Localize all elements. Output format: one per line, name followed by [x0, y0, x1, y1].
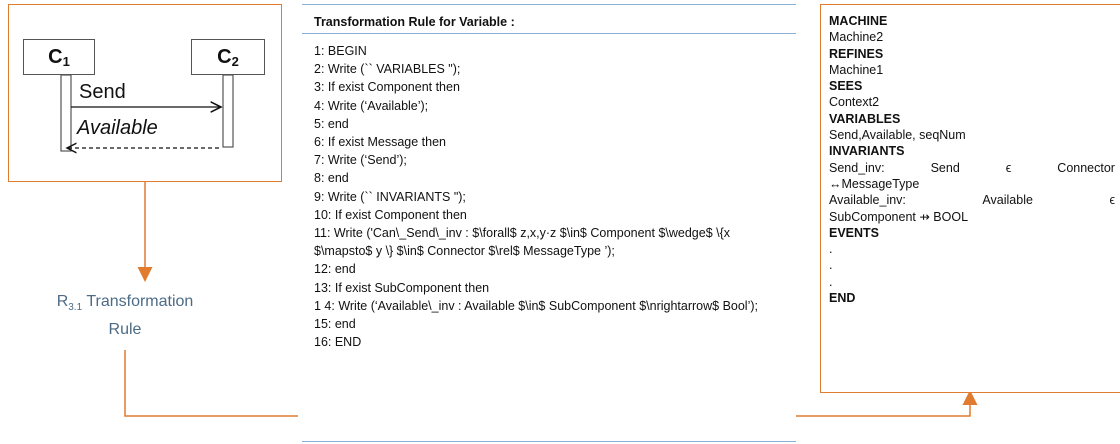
lifeline-c1: [60, 74, 72, 152]
code-panel: Transformation Rule for Variable : 1: BE…: [302, 4, 796, 442]
kw-sees: SEES: [829, 79, 863, 94]
events-dot: .: [829, 258, 833, 273]
inv2-symbol: ϵ: [1109, 193, 1115, 208]
code-lines: 1: BEGIN 2: Write (`` VARIABLES "); 3: I…: [314, 42, 790, 351]
invariant-available-line2: SubComponent ⇸ BOOL: [829, 209, 969, 224]
message-available: Available: [77, 117, 158, 139]
component-c1: C1: [23, 39, 95, 75]
code-line: 12: end: [314, 262, 356, 277]
kw-events: EVENTS: [829, 225, 880, 240]
code-line: 5: end: [314, 116, 349, 131]
kw-invariants: INVARIANTS: [829, 144, 905, 159]
invariant-send-line2: ↔MessageType: [829, 176, 920, 191]
code-line: 15: end: [314, 317, 356, 332]
kw-machine: MACHINE: [829, 14, 888, 28]
machine-lines: MACHINE Machine2 REFINES Machine1 SEES C…: [829, 13, 1115, 306]
code-panel-title: Transformation Rule for Variable :: [302, 4, 796, 34]
rule-label: R3.1 Transformation Rule: [20, 291, 230, 341]
code-line: 9: Write (`` INVARIANTS ");: [314, 189, 466, 204]
invariant-send-line1: Send_inv: Send ϵ Connector: [829, 160, 1115, 176]
code-line: 13: If exist SubComponent then: [314, 280, 490, 295]
kw-refines: REFINES: [829, 46, 884, 61]
events-dot: .: [829, 274, 833, 289]
code-line: 3: If exist Component then: [314, 80, 460, 95]
code-line: 1 4: Write (‘Available\_inv : Available …: [314, 298, 759, 313]
invariant-available-line1: Available_inv: Available ϵ: [829, 192, 1115, 208]
lifeline-c2: [222, 74, 234, 148]
code-line: 10: If exist Component then: [314, 207, 467, 222]
rule-id: R: [56, 293, 69, 310]
code-line: 7: Write (‘Send’);: [314, 153, 407, 168]
arrow-code-to-machine: [796, 390, 978, 417]
kw-variables: VARIABLES: [829, 111, 901, 126]
code-panel-bottom-rule: [302, 441, 796, 442]
inv1-type: Connector: [1057, 160, 1115, 175]
refines-name: Machine1: [829, 62, 884, 77]
code-line: 2: Write (`` VARIABLES ");: [314, 62, 461, 77]
sees-name: Context2: [829, 95, 880, 110]
code-line: 8: end: [314, 171, 349, 186]
kw-end: END: [829, 291, 856, 306]
code-line: 1: BEGIN: [314, 44, 367, 58]
variables-list: Send,Available, seqNum: [829, 128, 966, 143]
rule-label-line2: Rule: [108, 321, 142, 339]
component-c2: C2: [191, 39, 265, 75]
machine-panel: MACHINE Machine2 REFINES Machine1 SEES C…: [820, 4, 1120, 393]
message-send: Send: [79, 81, 126, 103]
inv1-var: Send: [930, 160, 960, 175]
code-line: 4: Write (‘Available’);: [314, 98, 429, 113]
machine-name: Machine2: [829, 30, 884, 45]
sequence-diagram: C1 C2 Send Available: [8, 4, 282, 182]
inv2-name: Available_inv:: [829, 193, 906, 208]
inv1-symbol: ϵ: [1005, 160, 1012, 175]
code-line: 16: END: [314, 335, 362, 350]
code-line: 6: If exist Message then: [314, 135, 447, 150]
rule-id-sub: 3.1: [68, 302, 83, 314]
events-dot: .: [829, 242, 833, 257]
code-line: 11: Write ('Can\_Send\_inv : $\forall$ z…: [314, 226, 734, 259]
rule-label-line1: Transformation: [86, 293, 194, 310]
inv2-var: Available: [982, 193, 1033, 208]
sequence-lines: [60, 74, 234, 183]
inv1-name: Send_inv:: [829, 160, 885, 175]
arrow-rule-to-code: [124, 350, 298, 417]
